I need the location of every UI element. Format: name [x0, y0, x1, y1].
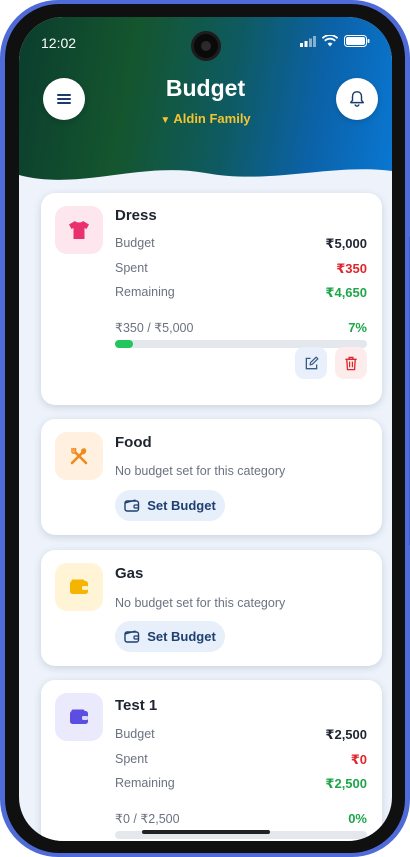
family-selector[interactable]: ▼ Aldin Family — [19, 111, 392, 126]
edit-icon — [305, 356, 318, 369]
phone-bezel: 12:02 Budget ▼ Aldin Family Dress Budget… — [5, 4, 405, 853]
trash-icon — [345, 356, 357, 370]
category-card-food[interactable]: Food No budget set for this category Set… — [41, 419, 382, 535]
progress-percent: 0% — [348, 811, 367, 826]
utensils-icon — [70, 448, 88, 465]
spent-label: Spent — [115, 752, 148, 766]
remaining-value: ₹2,500 — [325, 776, 367, 791]
shirt-icon — [69, 221, 89, 239]
budget-label: Budget — [115, 727, 155, 741]
budget-value: ₹2,500 — [325, 727, 367, 742]
chevron-down-icon: ▼ — [160, 115, 171, 126]
status-time: 12:02 — [41, 35, 77, 51]
budget-row: Budget ₹2,500 — [115, 727, 367, 742]
delete-button[interactable] — [335, 347, 367, 379]
front-camera — [190, 31, 221, 61]
edit-button[interactable] — [295, 347, 327, 379]
progress-text: ₹350 / ₹5,000 — [115, 321, 194, 335]
progress-percent: 7% — [348, 320, 367, 335]
progress-fill — [115, 340, 133, 348]
remaining-row: Remaining ₹4,650 — [115, 285, 367, 300]
spent-value: ₹350 — [336, 261, 367, 276]
wallet-icon — [70, 709, 88, 724]
spent-row: Spent ₹350 — [115, 261, 367, 276]
category-name: Gas — [115, 565, 144, 582]
category-name: Test 1 — [115, 697, 158, 714]
category-card-dress[interactable]: Dress Budget ₹5,000 Spent ₹350 Remaining… — [41, 193, 382, 405]
progress-text: ₹0 / ₹2,500 — [115, 812, 180, 826]
family-name: Aldin Family — [173, 111, 251, 126]
category-icon-box — [55, 563, 103, 611]
wallet-icon — [124, 630, 140, 643]
spent-row: Spent ₹0 — [115, 752, 367, 767]
remaining-label: Remaining — [115, 285, 175, 299]
category-icon-box — [55, 206, 103, 254]
phone-frame: 12:02 Budget ▼ Aldin Family Dress Budget… — [0, 0, 410, 857]
spent-label: Spent — [115, 261, 148, 275]
budget-value: ₹5,000 — [325, 236, 367, 251]
category-icon-box — [55, 432, 103, 480]
wallet-icon — [124, 499, 140, 512]
set-budget-button[interactable]: Set Budget — [115, 490, 225, 521]
battery-icon — [344, 35, 370, 47]
progress-row: ₹350 / ₹5,000 7% — [115, 320, 367, 335]
bell-icon — [349, 91, 365, 107]
budget-row: Budget ₹5,000 — [115, 236, 367, 251]
notifications-button[interactable] — [336, 78, 378, 120]
category-name: Dress — [115, 207, 157, 224]
set-budget-label: Set Budget — [147, 498, 216, 513]
remaining-row: Remaining ₹2,500 — [115, 776, 367, 791]
no-budget-message: No budget set for this category — [115, 464, 286, 478]
signal-icon — [300, 35, 316, 47]
app-screen: 12:02 Budget ▼ Aldin Family Dress Budget… — [19, 17, 392, 841]
wallet-icon — [70, 579, 88, 594]
set-budget-label: Set Budget — [147, 629, 216, 644]
remaining-value: ₹4,650 — [325, 285, 367, 300]
set-budget-button[interactable]: Set Budget — [115, 621, 225, 652]
home-indicator[interactable] — [141, 830, 270, 834]
wifi-icon — [322, 35, 338, 47]
category-card-gas[interactable]: Gas No budget set for this category Set … — [41, 550, 382, 666]
progress-bar — [115, 340, 367, 348]
no-budget-message: No budget set for this category — [115, 596, 286, 610]
remaining-label: Remaining — [115, 776, 175, 790]
progress-row: ₹0 / ₹2,500 0% — [115, 811, 367, 826]
category-name: Food — [115, 434, 152, 451]
category-card-test-1[interactable]: Test 1 Budget ₹2,500 Spent ₹0 Remaining … — [41, 680, 382, 841]
spent-value: ₹0 — [350, 752, 367, 767]
category-icon-box — [55, 693, 103, 741]
budget-label: Budget — [115, 236, 155, 250]
